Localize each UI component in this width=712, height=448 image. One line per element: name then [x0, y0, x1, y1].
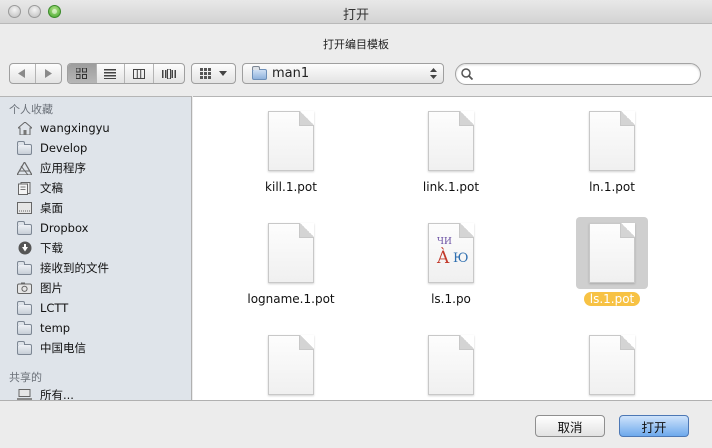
sidebar-item-lctt[interactable]: LCTT [17, 298, 68, 318]
folder-icon [17, 140, 32, 155]
documents-icon [17, 181, 32, 195]
sidebar-item-label: 应用程序 [40, 161, 86, 175]
sidebar: 个人收藏 wangxingyu Develop 应用程序 文稿 桌面 Dropb… [0, 96, 192, 400]
pictures-icon [17, 282, 32, 295]
po-glyph-right: Ю [453, 251, 469, 266]
column-view-button[interactable] [125, 64, 154, 83]
file-name: link.1.pot [422, 180, 480, 194]
file-name-selected: ls.1.pot [552, 292, 672, 306]
view-mode-control [67, 63, 185, 84]
file-name: ln.1.pot [589, 180, 635, 194]
back-forward-control [9, 63, 62, 84]
arrange-grid-icon [200, 68, 211, 79]
home-icon [17, 121, 32, 135]
document-icon [268, 223, 314, 283]
folder-icon [252, 66, 267, 80]
document-icon [589, 223, 635, 283]
list-view-button[interactable] [97, 64, 126, 83]
document-icon [428, 335, 474, 395]
po-document-icon: ЧИ À Ю [428, 223, 474, 283]
search-icon [461, 68, 473, 80]
applications-icon [17, 161, 32, 175]
cancel-button[interactable]: 取消 [535, 415, 605, 437]
desktop-icon [17, 202, 32, 215]
sidebar-item-develop[interactable]: Develop [17, 138, 87, 158]
window-title: 打开 [342, 8, 369, 23]
forward-button[interactable] [36, 64, 61, 83]
title-bar: 打开 [0, 0, 712, 24]
sidebar-header-shared: 共享的 [9, 371, 42, 384]
sidebar-item-documents[interactable]: 文稿 [17, 178, 63, 198]
folder-icon [17, 300, 32, 315]
file-name: kill.1.pot [265, 180, 317, 194]
document-icon [268, 111, 314, 171]
po-glyph-left: À [437, 248, 450, 268]
document-icon [268, 335, 314, 395]
column-view-icon [132, 68, 145, 79]
sidebar-item-label: 接收到的文件 [40, 261, 109, 275]
dialog-footer: 取消 打开 [0, 400, 712, 448]
sidebar-item-label: 中国电信 [40, 341, 86, 355]
search-field[interactable] [455, 63, 701, 85]
document-icon [589, 335, 635, 395]
sidebar-item-label: 桌面 [40, 201, 63, 215]
document-icon [428, 111, 474, 171]
sidebar-item-label: temp [40, 321, 71, 335]
sidebar-item-downloads[interactable]: 下载 [17, 238, 63, 258]
forward-arrow-icon [45, 69, 53, 78]
icon-view-icon [76, 68, 88, 79]
chevron-down-icon [219, 71, 227, 76]
sidebar-header-favorites: 个人收藏 [9, 103, 53, 116]
icon-view-button[interactable] [68, 64, 97, 83]
back-arrow-icon [18, 69, 26, 78]
list-view-icon [104, 68, 117, 79]
network-icon [17, 389, 32, 400]
sidebar-item-label: 文稿 [40, 181, 63, 195]
path-popup-label: man1 [272, 66, 310, 81]
sidebar-item-label: LCTT [40, 301, 69, 315]
document-icon [589, 111, 635, 171]
file-name: ls.1.po [431, 292, 471, 306]
sidebar-item-label: wangxingyu [40, 121, 110, 135]
path-popup[interactable]: man1 [242, 63, 444, 84]
folder-icon [17, 260, 32, 275]
po-glyph-top: ЧИ [437, 237, 452, 247]
selected-file-label: ls.1.pot [583, 292, 641, 306]
sidebar-item-desktop[interactable]: 桌面 [17, 198, 63, 218]
sidebar-item-wangxingyu[interactable]: wangxingyu [17, 118, 110, 138]
cover-flow-view-button[interactable] [154, 64, 184, 83]
sidebar-item-label: Develop [40, 141, 88, 155]
sidebar-item-applications[interactable]: 应用程序 [17, 158, 86, 178]
sidebar-item-label: 下载 [40, 241, 63, 255]
file-browser: kill.1.pot link.1.pot ln.1.pot logname.1… [193, 96, 712, 400]
sidebar-item-pictures[interactable]: 图片 [17, 278, 63, 298]
cover-flow-icon [161, 68, 176, 79]
sidebar-item-temp[interactable]: temp [17, 318, 70, 338]
sidebar-item-china-telecom[interactable]: 中国电信 [17, 338, 86, 358]
arrange-popup[interactable] [191, 63, 236, 84]
sidebar-item-label: 所有... [40, 388, 74, 400]
open-button[interactable]: 打开 [619, 415, 689, 437]
sidebar-item-received-files[interactable]: 接收到的文件 [17, 258, 109, 278]
sidebar-item-label: 图片 [40, 281, 63, 295]
sidebar-item-label: Dropbox [40, 221, 89, 235]
dialog-prompt: 打开编目模板 [323, 38, 389, 51]
back-button[interactable] [10, 64, 36, 83]
search-input[interactable] [478, 66, 693, 82]
folder-icon [17, 320, 32, 335]
sidebar-item-all-shared[interactable]: 所有... [17, 385, 74, 400]
file-name: logname.1.pot [247, 292, 335, 306]
sidebar-item-dropbox[interactable]: Dropbox [17, 218, 88, 238]
updown-chevron-icon [430, 68, 437, 79]
folder-icon [17, 220, 32, 235]
folder-icon [17, 340, 32, 355]
downloads-icon [17, 241, 32, 255]
